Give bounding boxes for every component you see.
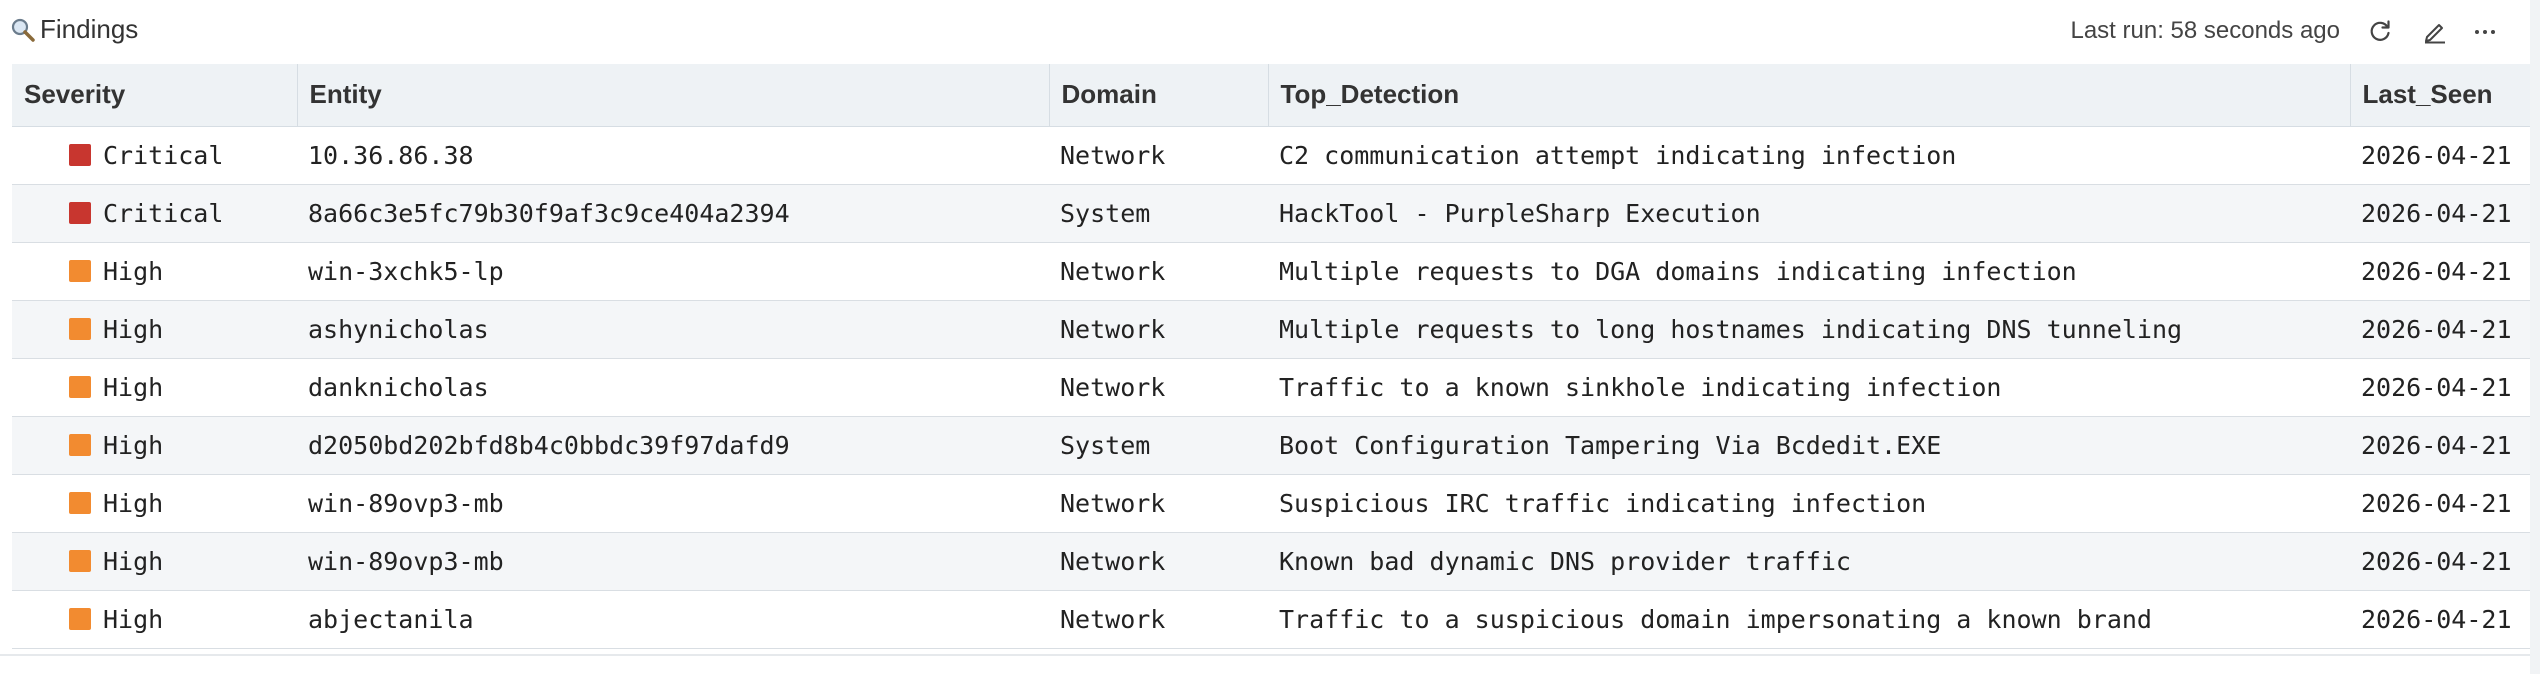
entity-cell: win-3xchk5-lp [297,242,1049,301]
entity-cell: win-89ovp3-mb [297,474,1049,533]
entity-cell: 10.36.86.38 [297,126,1049,185]
severity-indicator [69,375,91,398]
severity-cell: High [12,590,297,649]
severity-cell: Critical [12,184,297,243]
column-header-domain[interactable]: Domain [1049,64,1269,127]
detection-cell: Boot Configuration Tampering Via Bcdedit… [1268,416,2350,475]
detection-cell: Multiple requests to long hostnames indi… [1268,300,2350,359]
entity-cell: abjectanila [297,590,1049,649]
last-seen-cell: 2026-04-21 [2350,184,2530,243]
severity-label: Critical [103,140,224,170]
detection-cell: C2 communication attempt indicating infe… [1268,126,2350,185]
severity-label: High [103,604,164,634]
findings-table: Severity Entity Domain Top_Detection Las… [12,64,2530,649]
magnifier-icon [10,17,36,43]
severity-cell: High [12,416,297,475]
detection-cell: HackTool - PurpleSharp Execution [1268,184,2350,243]
findings-panel: Findings Last run: 58 seconds ago Severi… [0,0,2530,674]
panel-title: Findings [40,14,139,44]
table-row[interactable]: High danknicholas Network Traffic to a k… [12,358,2530,417]
edit-button[interactable] [2420,16,2450,46]
entity-cell: win-89ovp3-mb [297,532,1049,591]
entity-cell: ashynicholas [297,300,1049,359]
severity-cell: High [12,532,297,591]
severity-indicator [69,143,91,166]
severity-indicator [69,259,91,282]
severity-label: High [103,256,164,286]
severity-indicator [69,549,91,572]
domain-cell: Network [1049,474,1268,533]
table-row[interactable]: High ashynicholas Network Multiple reque… [12,300,2530,359]
last-seen-cell: 2026-04-21 [2350,416,2530,475]
table-row[interactable]: High d2050bd202bfd8b4c0bbdc39f97dafd9 Sy… [12,416,2530,475]
column-header-entity[interactable]: Entity [297,64,1050,127]
table-row[interactable]: Critical 10.36.86.38 Network C2 communic… [12,126,2530,185]
domain-cell: Network [1049,532,1268,591]
severity-cell: Critical [12,126,297,185]
detection-cell: Multiple requests to DGA domains indicat… [1268,242,2350,301]
last-seen-cell: 2026-04-21 [2350,300,2530,359]
last-seen-cell: 2026-04-21 [2350,126,2530,185]
vertical-scrollbar[interactable] [2530,0,2540,674]
more-options-button[interactable] [2470,16,2500,46]
findings-table-container: Severity Entity Domain Top_Detection Las… [12,64,2530,654]
domain-cell: Network [1049,358,1268,417]
last-run-status: Last run: 58 seconds ago [2070,17,2340,44]
domain-cell: Network [1049,242,1268,301]
table-row[interactable]: High win-89ovp3-mb Network Suspicious IR… [12,474,2530,533]
severity-indicator [69,607,91,630]
entity-cell: danknicholas [297,358,1049,417]
more-icon [2475,30,2495,34]
severity-label: High [103,488,164,518]
severity-label: High [103,546,164,576]
entity-cell: 8a66c3e5fc79b30f9af3c9ce404a2394 [297,184,1049,243]
panel-title-group: Findings [10,14,138,45]
severity-cell: High [12,358,297,417]
pencil-icon [2425,24,2445,44]
last-seen-cell: 2026-04-21 [2350,242,2530,301]
column-header-top-detection[interactable]: Top_Detection [1268,64,2351,127]
table-row[interactable]: High win-3xchk5-lp Network Multiple requ… [12,242,2530,301]
severity-indicator [69,201,91,224]
refresh-button[interactable] [2365,16,2395,46]
severity-label: High [103,372,164,402]
last-seen-cell: 2026-04-21 [2350,590,2530,649]
detection-cell: Traffic to a suspicious domain impersona… [1268,590,2350,649]
severity-cell: High [12,242,297,301]
last-seen-cell: 2026-04-21 [2350,358,2530,417]
severity-label: Critical [103,198,224,228]
severity-indicator [69,491,91,514]
domain-cell: Network [1049,126,1268,185]
detection-cell: Suspicious IRC traffic indicating infect… [1268,474,2350,533]
severity-indicator [69,433,91,456]
severity-indicator [69,317,91,340]
domain-cell: System [1049,184,1268,243]
domain-cell: System [1049,416,1268,475]
table-row[interactable]: High win-89ovp3-mb Network Known bad dyn… [12,532,2530,591]
table-row[interactable]: Critical 8a66c3e5fc79b30f9af3c9ce404a239… [12,184,2530,243]
severity-cell: High [12,474,297,533]
column-header-last-seen[interactable]: Last_Seen [2350,64,2530,127]
table-header-row: Severity Entity Domain Top_Detection Las… [12,64,2530,127]
column-header-severity[interactable]: Severity [12,64,298,127]
domain-cell: Network [1049,590,1268,649]
last-seen-cell: 2026-04-21 [2350,532,2530,591]
severity-label: High [103,430,164,460]
table-row[interactable]: High abjectanila Network Traffic to a su… [12,590,2530,649]
detection-cell: Known bad dynamic DNS provider traffic [1268,532,2350,591]
panel-bottom-divider [0,654,2530,656]
severity-cell: High [12,300,297,359]
severity-label: High [103,314,164,344]
panel-header: Findings Last run: 58 seconds ago [0,0,2530,64]
last-seen-cell: 2026-04-21 [2350,474,2530,533]
entity-cell: d2050bd202bfd8b4c0bbdc39f97dafd9 [297,416,1049,475]
refresh-icon [2370,20,2390,41]
domain-cell: Network [1049,300,1268,359]
detection-cell: Traffic to a known sinkhole indicating i… [1268,358,2350,417]
